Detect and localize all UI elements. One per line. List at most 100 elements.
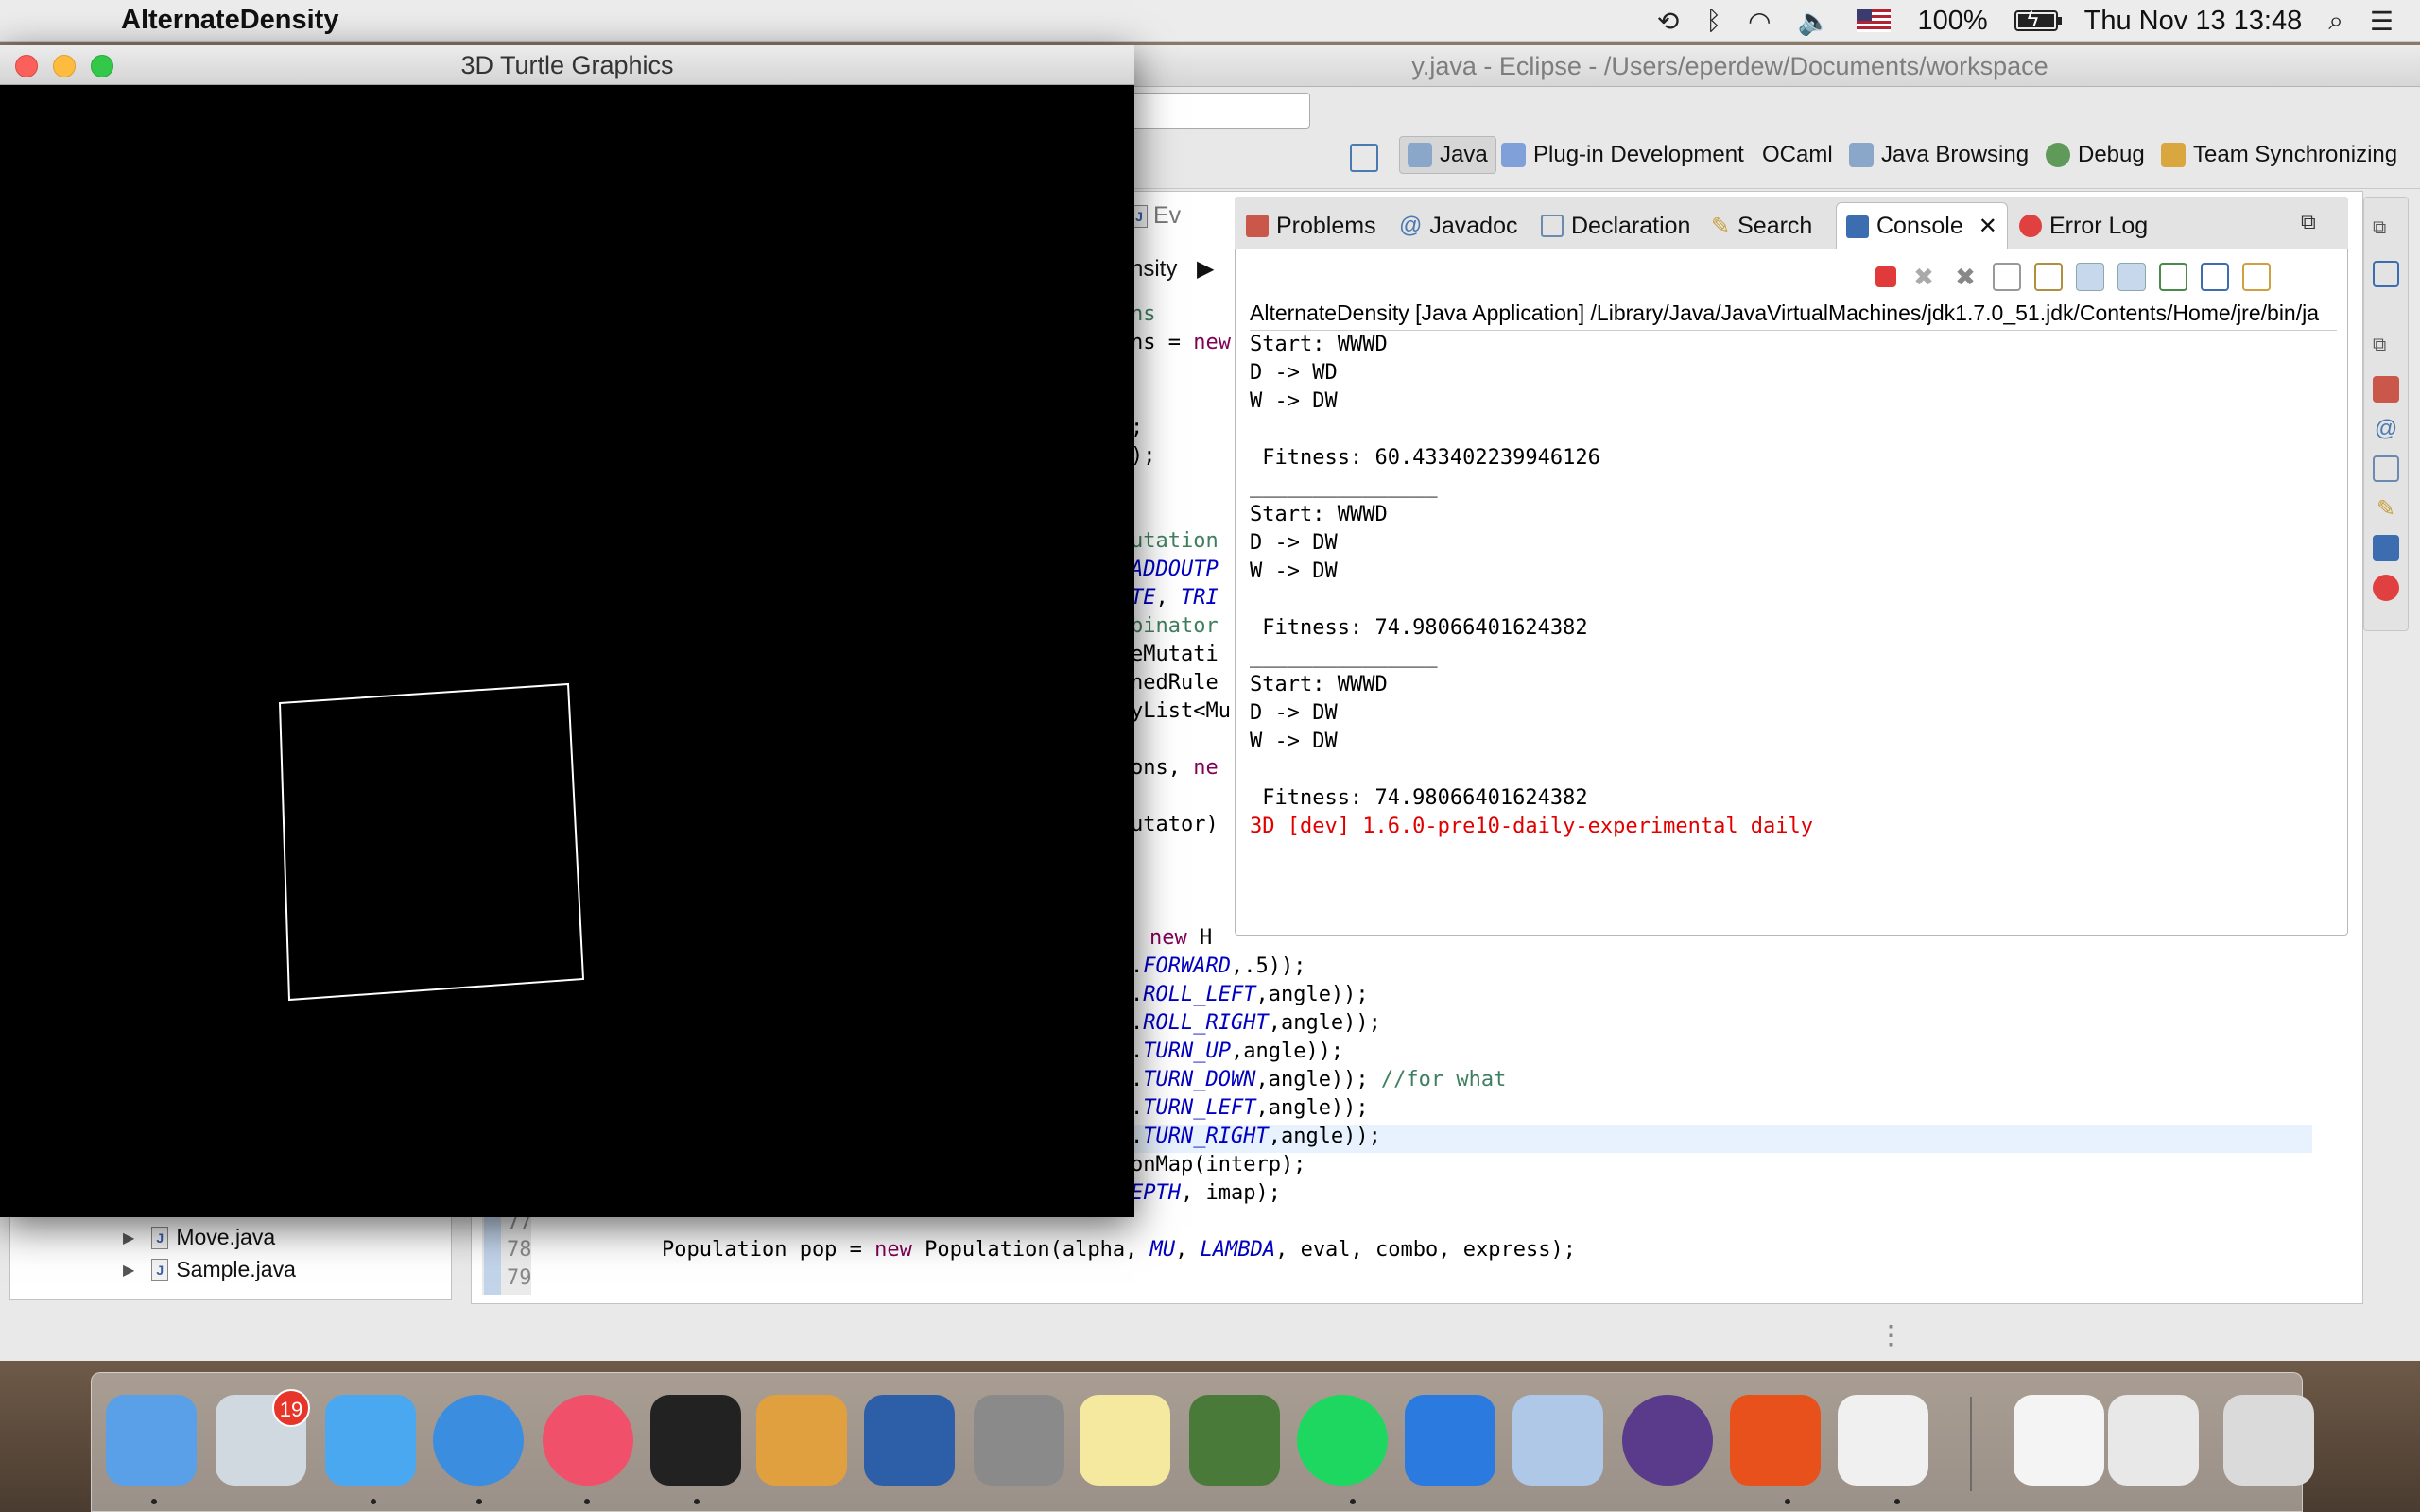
turtle-canvas[interactable] [0,85,1134,1217]
dock-virtualbox-icon[interactable] [864,1395,955,1486]
tab-label: Console [1876,213,1963,239]
open-perspective-icon[interactable] [1350,144,1378,172]
turtle-title-bar[interactable]: 3D Turtle Graphics [0,45,1134,85]
tab-label: Javadoc [1429,212,1518,239]
volume-icon[interactable]: 🔈 [1798,6,1831,37]
code-line: Population pop = new Population(alpha, M… [662,1238,1576,1262]
dock-trash-icon[interactable] [2223,1395,2314,1486]
restore-icon[interactable]: ⧉ [2373,217,2399,244]
time-machine-icon[interactable]: ⟲ [1657,6,1679,37]
console-line: Start: WWWD [1250,503,1388,526]
tree-item-move-java[interactable]: ▶ J Move.java [123,1225,275,1250]
console-line: Start: WWWD [1250,333,1388,356]
code-line: .TURN_UP,angle)); [1131,1040,1344,1063]
turtle-graphics-window[interactable]: 3D Turtle Graphics [0,45,1134,1217]
bluetooth-icon[interactable]: ᛒ [1705,6,1721,36]
tab-search[interactable]: ✎ Search [1711,202,1812,249]
battery-icon[interactable]: ϟ [2014,7,2062,31]
code-line: binator [1131,614,1219,638]
remove-all-launches-icon[interactable]: ✖ [1951,263,1979,291]
expand-arrow-icon[interactable]: ▶ [123,1228,134,1247]
zoom-window-button[interactable] [91,55,113,77]
tree-item-label: Move.java [176,1225,276,1249]
dock-preview-icon[interactable] [1512,1395,1603,1486]
breadcrumb[interactable]: nsity ▶ [1131,246,1225,293]
input-source-flag-icon[interactable] [1857,9,1892,32]
perspective-team-synchronizing[interactable]: Team Synchronizing [2161,136,2397,174]
console-line: W -> DW [1250,389,1338,413]
app-name-menu[interactable]: AlternateDensity [121,5,338,36]
dock-xcode-icon[interactable] [1405,1395,1495,1486]
dock-powerpoint-icon[interactable] [1730,1395,1821,1486]
problems-icon[interactable] [2373,376,2399,403]
dock-terminal-icon[interactable] [650,1395,741,1486]
tab-declaration[interactable]: Declaration [1541,202,1690,249]
plugin-perspective-icon [1501,143,1526,167]
dock-finder-icon[interactable] [106,1395,197,1486]
running-indicator [1350,1499,1356,1504]
show-on-stderr-icon[interactable] [2118,263,2146,291]
quick-access-input[interactable] [1125,93,1310,129]
perspective-plugin-development[interactable]: Plug-in Development [1501,136,1744,174]
tab-javadoc[interactable]: @ Javadoc [1399,202,1518,249]
status-area: ⟲ ᛒ ◠ 🔈 100% ϟ Thu Nov 13 13:48 ⌕ ☰ [1657,0,2420,42]
tab-problems[interactable]: Problems [1246,202,1376,249]
dock-window-thumbnail-icon[interactable] [2108,1395,2199,1486]
dock-cauldron-icon-icon[interactable] [1189,1395,1280,1486]
close-tab-icon[interactable]: ✕ [1979,213,1997,240]
perspective-java-browsing[interactable]: Java Browsing [1849,136,2029,174]
code-line: utation [1131,529,1219,553]
dock-spotify-icon[interactable] [1297,1395,1388,1486]
terminate-icon[interactable] [1876,266,1896,287]
tab-console[interactable]: Console ✕ [1836,202,2008,249]
breadcrumb-arrow-icon: ▶ [1197,256,1215,282]
scroll-lock-icon[interactable] [2034,263,2063,291]
dock-safari-icon[interactable] [433,1395,524,1486]
pin-console-icon[interactable] [2159,263,2187,291]
menu-clock[interactable]: Thu Nov 13 13:48 [2084,6,2303,37]
perspective-java[interactable]: Java [1399,136,1496,174]
battery-percent: 100% [1917,5,1988,36]
remove-launch-icon[interactable]: ✖ [1910,263,1938,291]
search-flashlight-icon[interactable]: ✎ [2373,495,2399,522]
clear-console-icon[interactable] [1993,263,2021,291]
console-icon[interactable] [2373,535,2399,561]
display-console-icon[interactable] [2201,263,2229,291]
breadcrumb-label: nsity [1131,256,1178,282]
maximize-view-icon[interactable]: ⧉ [2301,210,2316,234]
editor-tab-label: Ev [1153,202,1182,229]
open-console-icon[interactable] [2242,263,2271,291]
declaration-icon[interactable] [2373,455,2399,482]
spotlight-search-icon[interactable]: ⌕ [2328,6,2343,37]
editor-tab[interactable]: J Ev [1131,202,1181,230]
wifi-icon[interactable]: ◠ [1748,6,1771,37]
minimize-window-button[interactable] [53,55,76,77]
notification-center-icon[interactable]: ☰ [2370,6,2394,37]
java-file-icon: J [151,1258,169,1281]
dock-zip-icon[interactable] [2014,1395,2104,1486]
expand-arrow-icon[interactable]: ▶ [123,1261,134,1280]
tab-error-log[interactable]: Error Log [2019,202,2148,249]
show-on-stdout-icon[interactable] [2076,263,2104,291]
running-indicator [694,1499,700,1504]
perspective-ocaml[interactable]: OCaml [1762,136,1833,174]
dock-gnu-icon-icon[interactable] [756,1395,847,1486]
dock-notes-icon[interactable] [1080,1395,1170,1486]
close-window-button[interactable] [15,55,38,77]
problems-icon [1246,215,1269,237]
dock-eclipse-icon[interactable] [1622,1395,1713,1486]
perspective-debug[interactable]: Debug [2046,136,2145,174]
console-error-line: 3D [dev] 1.6.0-pre10-daily-experimental … [1250,815,1814,838]
dock-messages-icon[interactable] [325,1395,416,1486]
sash-grip-icon[interactable]: ⋮ [1877,1319,1904,1350]
outline-icon[interactable] [2373,261,2399,287]
dock-itunes-icon[interactable] [543,1395,633,1486]
javadoc-at-icon[interactable]: @ [2373,416,2399,442]
code-line: yList<Mu [1131,699,1231,723]
restore-icon[interactable]: ⧉ [2373,335,2399,361]
error-log-icon[interactable] [2373,575,2399,601]
code-line: TE, TRI [1131,586,1219,610]
tree-item-sample-java[interactable]: ▶ J Sample.java [123,1257,296,1282]
dock-java-icon[interactable] [1838,1395,1928,1486]
dock-system-preferences-icon[interactable] [974,1395,1064,1486]
